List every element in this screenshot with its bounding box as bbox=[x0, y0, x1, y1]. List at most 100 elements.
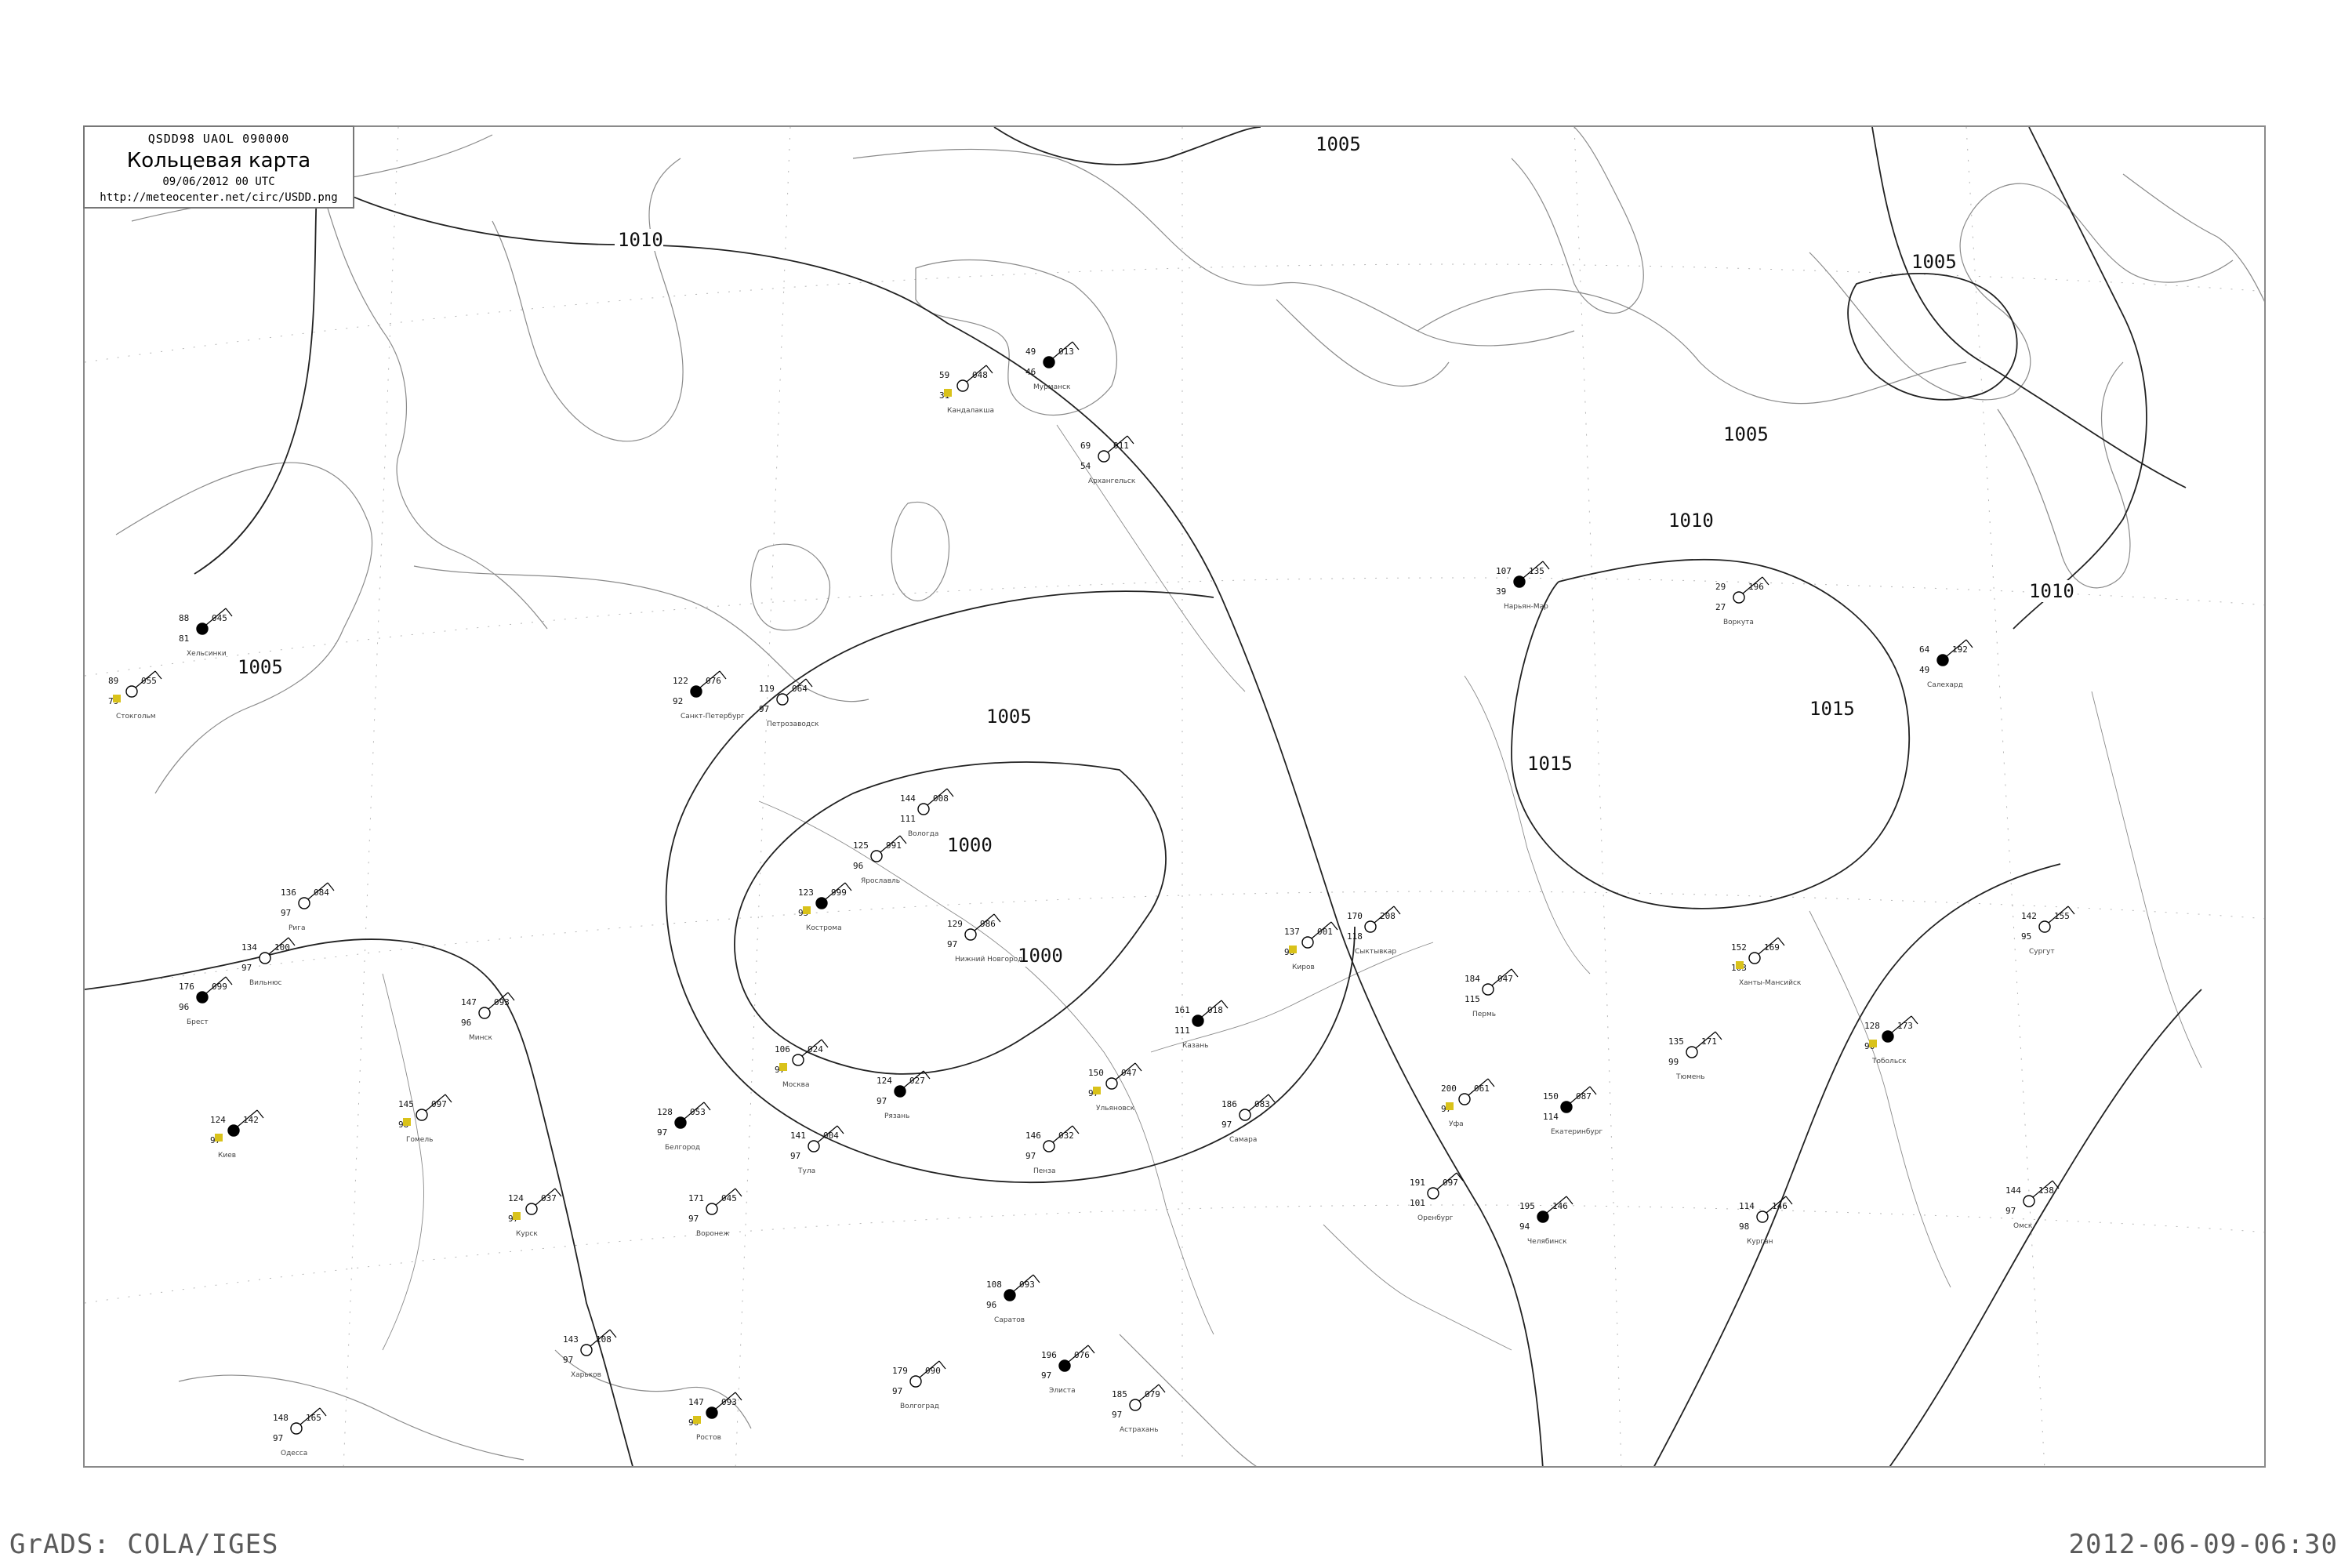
station-plot: 196 29 27 Воркута bbox=[1715, 576, 1769, 626]
station-pressure: 011 bbox=[1113, 441, 1129, 451]
station-name: Салехард bbox=[1927, 681, 1963, 689]
cloud-cover-circle bbox=[1043, 356, 1055, 368]
cloud-cover-circle bbox=[1513, 575, 1526, 588]
station-name: Стокгольм bbox=[116, 713, 156, 720]
weather-marker bbox=[803, 906, 811, 914]
kanin-coast bbox=[1276, 299, 1450, 387]
cloud-cover-circle bbox=[706, 1203, 718, 1215]
station-temperature: 144 bbox=[2005, 1185, 2021, 1196]
pechora-river bbox=[1464, 675, 1591, 975]
isobar-1010-east-outer bbox=[2013, 127, 2147, 630]
grid-line bbox=[343, 127, 399, 1466]
station-plot: 079 185 97 Астрахань bbox=[1112, 1384, 1166, 1434]
station-dewpoint: 97 bbox=[1221, 1120, 1232, 1130]
cloud-cover-circle bbox=[2023, 1195, 2035, 1207]
station-temperature: 128 bbox=[1864, 1021, 1880, 1031]
cloud-cover-circle bbox=[792, 1054, 804, 1066]
station-plot: 171 135 99 Тюмень bbox=[1668, 1031, 1722, 1081]
station-name: Нарьян-Мар bbox=[1504, 603, 1548, 611]
station-temperature: 106 bbox=[775, 1044, 790, 1054]
grid-line bbox=[85, 891, 2264, 990]
station-name: Курск bbox=[516, 1230, 538, 1238]
station-temperature: 125 bbox=[853, 840, 869, 851]
cloud-cover-circle bbox=[1427, 1187, 1439, 1200]
station-temperature: 145 bbox=[398, 1099, 414, 1109]
station-dewpoint: 96 bbox=[179, 1002, 189, 1012]
station-temperature: 200 bbox=[1441, 1083, 1457, 1094]
isobar-1015-east bbox=[1511, 558, 1911, 909]
grid-line bbox=[1573, 127, 1622, 1466]
station-pressure: 171 bbox=[1701, 1036, 1717, 1047]
station-pressure: 018 bbox=[1207, 1005, 1223, 1015]
station-plot: 03712497Курск bbox=[508, 1188, 562, 1238]
weather-marker bbox=[944, 389, 952, 397]
weather-marker bbox=[215, 1134, 223, 1142]
station-plot: 165 148 97 Одесса bbox=[273, 1407, 327, 1457]
station-dewpoint: 95 bbox=[2021, 931, 2031, 942]
station-dewpoint: 111 bbox=[1174, 1025, 1190, 1036]
azov-coast bbox=[554, 1349, 752, 1429]
station-temperature: 134 bbox=[241, 942, 257, 953]
station-name: Москва bbox=[782, 1081, 809, 1089]
bulletin-code: QSDD98 UAOL 090000 bbox=[147, 132, 290, 146]
station-temperature: 122 bbox=[673, 676, 688, 686]
station-plot: 013 49 46 Мурманск bbox=[1025, 341, 1080, 391]
station-plot: 135 107 39 Нарьян-Мар bbox=[1496, 561, 1550, 611]
station-pressure: 053 bbox=[690, 1107, 706, 1117]
ob-river bbox=[2091, 691, 2202, 1069]
station-temperature: 124 bbox=[877, 1076, 892, 1086]
station-pressure: 064 bbox=[792, 684, 808, 694]
station-temperature: 135 bbox=[1668, 1036, 1684, 1047]
station-plot: 045 171 97 Воронеж bbox=[688, 1188, 742, 1238]
station-pressure: 138 bbox=[2038, 1185, 2054, 1196]
station-name: Воркута bbox=[1723, 619, 1754, 626]
station-dewpoint: 97 bbox=[759, 704, 769, 714]
station-name: Казань bbox=[1182, 1042, 1208, 1050]
station-plot: 17312896Тобольск bbox=[1864, 1015, 1918, 1065]
cloud-cover-circle bbox=[125, 685, 138, 698]
station-pressure: 108 bbox=[596, 1334, 612, 1345]
station-pressure: 165 bbox=[306, 1413, 321, 1423]
station-temperature: 184 bbox=[1465, 974, 1480, 984]
isobar-label: 1010 bbox=[618, 229, 663, 251]
station-dewpoint: 94 bbox=[1519, 1221, 1530, 1232]
cloud-cover-circle bbox=[964, 928, 977, 941]
station-dewpoint: 97 bbox=[563, 1355, 573, 1365]
station-plot: 097 191 101 Оренбург bbox=[1410, 1172, 1464, 1222]
station-pressure: 047 bbox=[1121, 1068, 1137, 1078]
station-plot: 047 184 115 Пермь bbox=[1465, 968, 1519, 1018]
station-pressure: 032 bbox=[1058, 1131, 1074, 1141]
isobars bbox=[85, 127, 2202, 1466]
east-coast-ne bbox=[2122, 173, 2264, 302]
isobar-label: 1010 bbox=[1668, 510, 1714, 532]
station-plot: 991 125 96 Ярославль bbox=[853, 835, 907, 885]
station-name: Курган bbox=[1747, 1238, 1773, 1246]
station-temperature: 191 bbox=[1410, 1178, 1425, 1188]
station-name: Саратов bbox=[994, 1316, 1025, 1324]
station-plot: 027 124 97 Рязань bbox=[877, 1070, 931, 1120]
cloud-cover-circle bbox=[1043, 1140, 1055, 1152]
station-name: Минск bbox=[469, 1034, 492, 1042]
station-dewpoint: 97 bbox=[241, 963, 252, 973]
station-name: Тобольск bbox=[1871, 1058, 1907, 1065]
station-dewpoint: 39 bbox=[1496, 586, 1506, 597]
station-pressure: 087 bbox=[1576, 1091, 1592, 1102]
station-plot: 076 196 97 Элиста bbox=[1041, 1345, 1095, 1395]
station-temperature: 119 bbox=[759, 684, 775, 694]
station-dewpoint: 97 bbox=[1025, 1151, 1036, 1161]
source-url[interactable]: http://meteocenter.net/circ/USDD.png bbox=[85, 191, 353, 204]
station-plot: 090 179 97 Волгоград bbox=[892, 1360, 946, 1410]
station-temperature: 176 bbox=[179, 982, 194, 992]
weather-marker bbox=[693, 1416, 701, 1424]
station-dewpoint: 49 bbox=[1919, 665, 1929, 675]
station-plot: 018 161 111 Казань bbox=[1174, 1000, 1229, 1050]
station-name: Мурманск bbox=[1033, 383, 1071, 391]
cloud-cover-circle bbox=[290, 1422, 303, 1435]
cloud-cover-circle bbox=[227, 1124, 240, 1137]
footer-software-credit: GrADS: COLA/IGES bbox=[9, 1529, 279, 1560]
station-name: Архангельск bbox=[1088, 477, 1136, 485]
station-plot: 138 144 97 Омск bbox=[2005, 1180, 2060, 1230]
station-plot: 032 146 97 Пенза bbox=[1025, 1125, 1080, 1175]
station-pressure: 076 bbox=[1074, 1350, 1090, 1360]
station-pressure: 008 bbox=[933, 793, 949, 804]
